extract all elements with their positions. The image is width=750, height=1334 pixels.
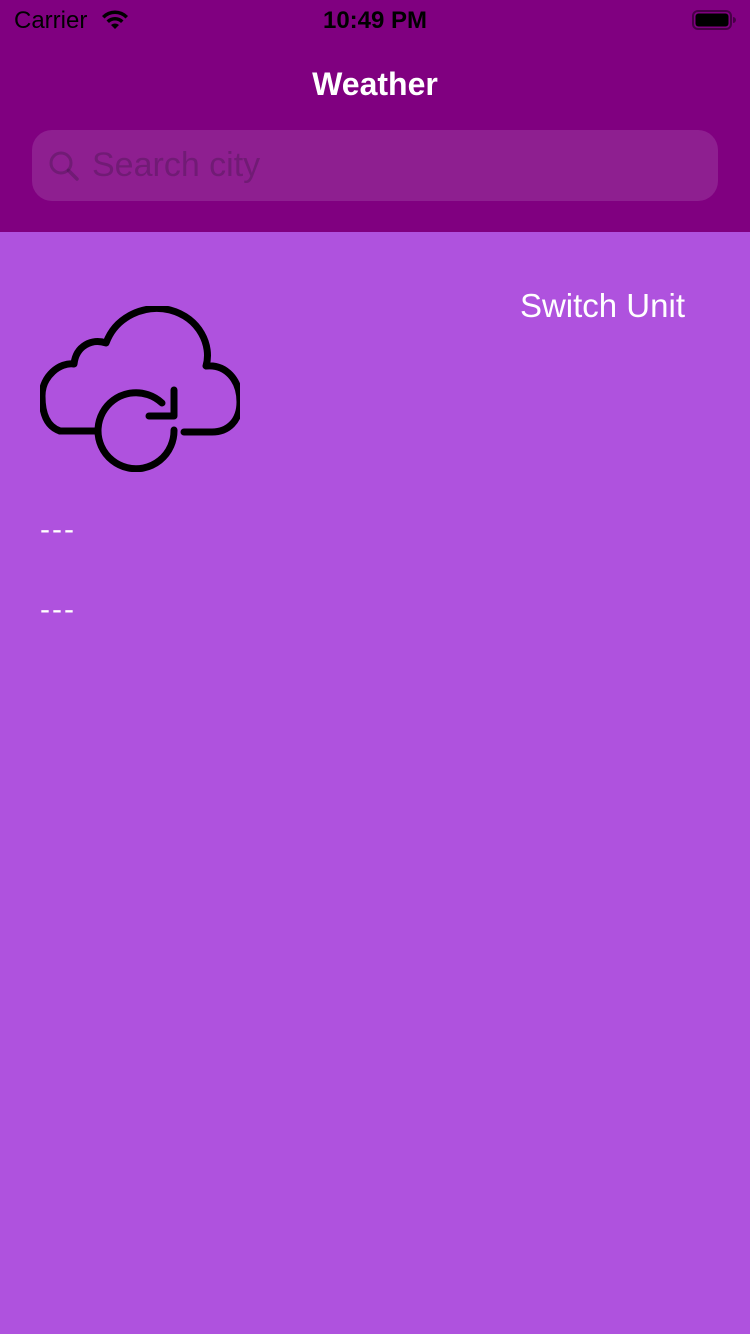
search-bar[interactable] [32,130,718,201]
search-icon [49,151,79,181]
battery-icon [692,10,736,30]
page-title: Weather [312,66,438,102]
temperature-value: --- [40,513,76,546]
city-value: --- [40,593,76,626]
status-bar: Carrier 10:49 PM [0,0,750,40]
status-time: 10:49 PM [322,7,428,34]
search-input[interactable] [92,130,702,201]
header: Carrier 10:49 PM Weather [0,0,750,232]
cloud-refresh-icon [40,306,240,472]
switch-unit-button[interactable]: Switch Unit [470,284,685,328]
